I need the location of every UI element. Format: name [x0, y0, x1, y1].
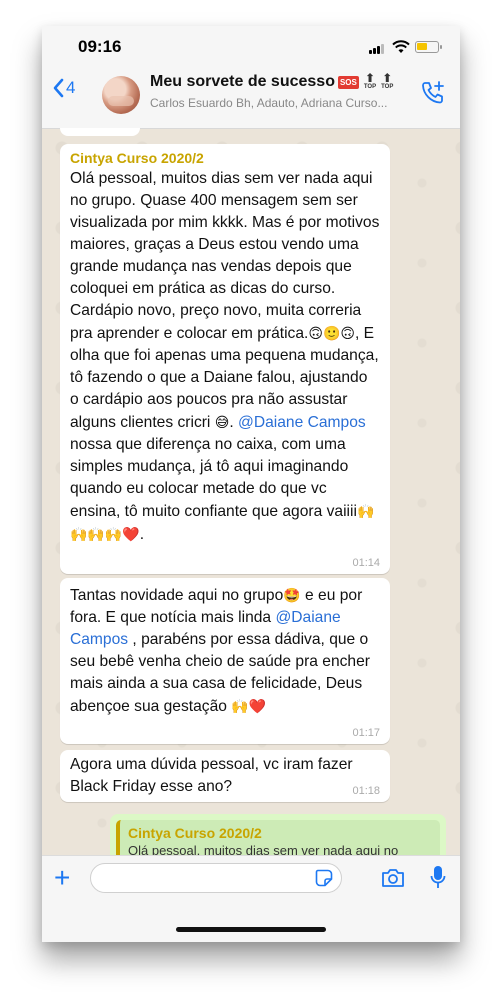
attach-plus-icon[interactable]: +	[54, 864, 70, 892]
phone-screen: 09:16 4 Meu sorvete de sucesso SOS ⬆ TOP …	[42, 26, 460, 942]
input-bar: +	[42, 855, 460, 942]
signal-icon	[369, 44, 387, 54]
sos-emoji: SOS	[337, 75, 359, 89]
camera-icon[interactable]	[381, 868, 405, 888]
top-arrow-icon: ⬆ TOP	[363, 71, 377, 90]
home-indicator[interactable]	[176, 927, 326, 932]
battery-icon	[415, 41, 442, 53]
message-sender[interactable]: Cintya Curso 2020/2	[70, 148, 380, 168]
message-bubble[interactable]: Cintya Curso 2020/2 Olá pessoal, muitos …	[60, 144, 390, 574]
previous-message-edge	[60, 128, 140, 136]
quoted-sender: Cintya Curso 2020/2	[128, 825, 262, 841]
wifi-icon	[392, 40, 410, 53]
mention-link[interactable]: @Daiane Campos	[238, 414, 366, 431]
status-bar: 09:16	[42, 26, 460, 62]
top-arrow-icon: ⬆ TOP	[381, 71, 394, 90]
message-time: 01:14	[352, 557, 380, 569]
group-title: Meu sorvete de sucesso	[150, 73, 335, 90]
group-title-row[interactable]: Meu sorvete de sucesso SOS ⬆ TOP ⬆ TOP	[150, 71, 394, 91]
message-bubble[interactable]: Tantas novidade aqui no grupo🤩 e eu por …	[60, 578, 390, 744]
message-text: Tantas novidade aqui no grupo🤩 e eu por …	[70, 587, 370, 715]
chat-header: 4 Meu sorvete de sucesso SOS ⬆ TOP ⬆ TOP C…	[42, 62, 460, 129]
message-time: 01:18	[352, 785, 380, 797]
message-bubble[interactable]: Agora uma dúvida pessoal, vc iram fazer …	[60, 750, 390, 802]
group-members[interactable]: Carlos Esuardo Bh, Adauto, Adriana Curso…	[150, 96, 400, 110]
sticker-icon[interactable]	[315, 869, 333, 887]
message-text: Agora uma dúvida pessoal, vc iram fazer …	[70, 756, 353, 795]
microphone-icon[interactable]	[430, 865, 446, 891]
back-button[interactable]: 4	[52, 78, 75, 98]
add-call-icon[interactable]	[420, 80, 446, 106]
group-avatar[interactable]	[102, 76, 140, 114]
unread-count: 4	[66, 78, 76, 97]
message-text: Olá pessoal, muitos dias sem ver nada aq…	[70, 170, 380, 543]
message-input[interactable]	[90, 863, 342, 893]
chevron-left-icon	[53, 78, 64, 98]
status-time: 09:16	[78, 37, 122, 56]
message-time: 01:17	[352, 727, 380, 739]
